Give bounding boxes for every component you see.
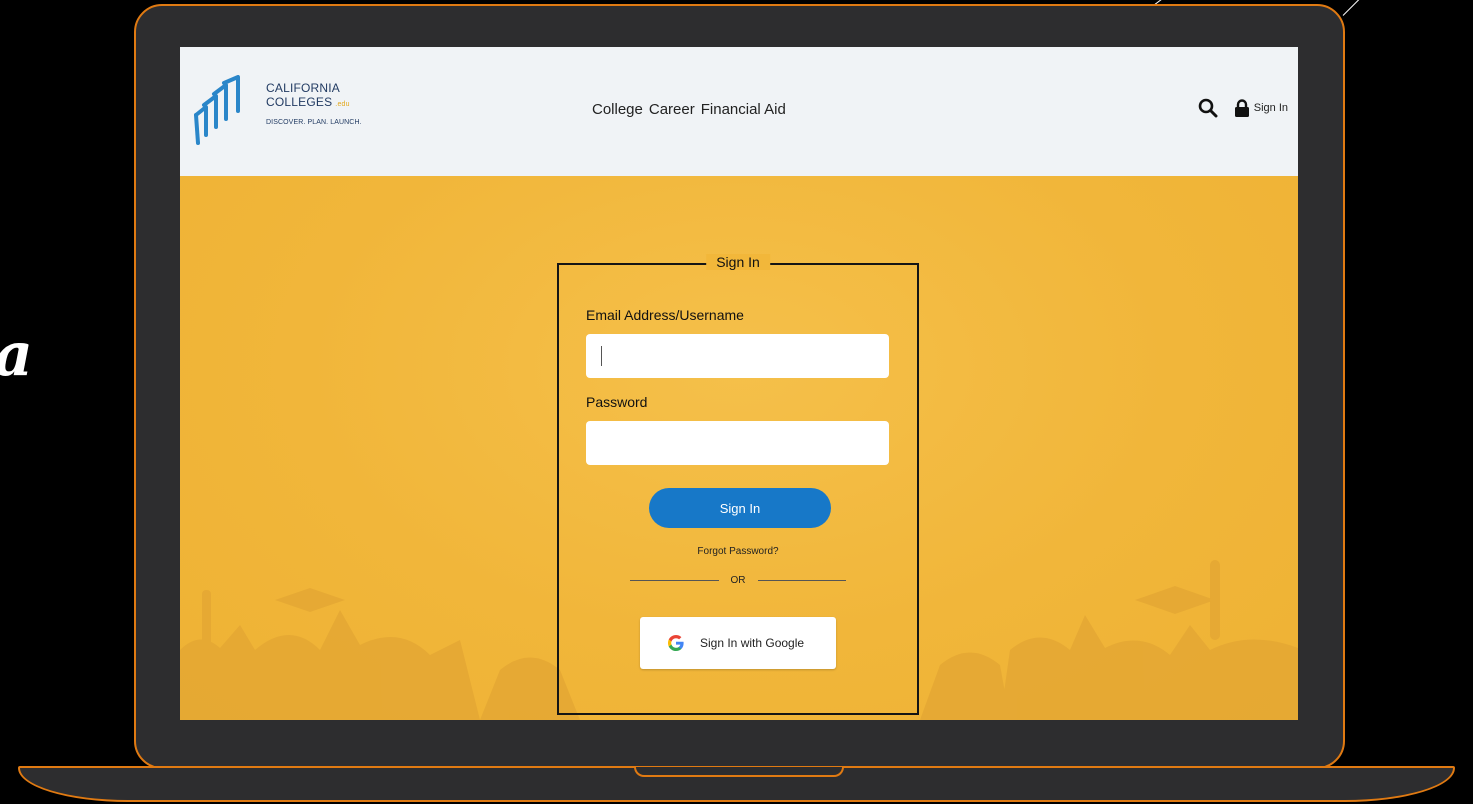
signin-form: Sign In Email Address/Username Password … — [557, 254, 919, 715]
nav-financial-aid[interactable]: Financial Aid — [701, 101, 786, 118]
signin-button[interactable]: Sign In — [649, 488, 831, 528]
google-signin-label: Sign In with Google — [700, 636, 805, 650]
or-divider: OR — [630, 575, 846, 586]
logo-tagline: DISCOVER. PLAN. LAUNCH. — [266, 119, 362, 126]
email-label: Email Address/Username — [586, 307, 744, 323]
divider-line — [757, 580, 846, 581]
email-field[interactable] — [586, 334, 889, 378]
header-actions: Sign In — [1198, 98, 1288, 118]
logo-mark-icon — [194, 75, 240, 145]
main-nav: College Career Financial Aid — [592, 101, 786, 118]
google-signin-button[interactable]: Sign In with Google — [640, 617, 836, 669]
logo-edu-suffix: .edu — [335, 101, 350, 108]
header-signin-link[interactable]: Sign In — [1254, 102, 1288, 114]
logo-line-2: COLLEGES .edu — [266, 95, 362, 112]
password-field[interactable] — [586, 421, 889, 465]
form-title: Sign In — [706, 254, 770, 270]
or-text: OR — [730, 575, 746, 586]
decorative-glyph: a — [0, 325, 33, 385]
logo-text: CALIFORNIA COLLEGES .edu DISCOVER. PLAN. … — [266, 81, 362, 126]
nav-college[interactable]: College — [592, 101, 643, 118]
browser-screen: CALIFORNIA COLLEGES .edu DISCOVER. PLAN. … — [180, 47, 1298, 720]
laptop-notch — [634, 767, 844, 777]
nav-career[interactable]: Career — [649, 101, 695, 118]
lock-icon — [1234, 99, 1249, 117]
text-cursor — [601, 346, 602, 366]
forgot-password-link[interactable]: Forgot Password? — [559, 546, 917, 557]
google-icon — [668, 635, 684, 651]
decorative-line — [1342, 0, 1361, 16]
logo-line-1: CALIFORNIA — [266, 81, 341, 95]
divider-line — [630, 580, 719, 581]
site-logo[interactable]: CALIFORNIA COLLEGES .edu DISCOVER. PLAN. … — [194, 75, 362, 147]
site-header: CALIFORNIA COLLEGES .edu DISCOVER. PLAN. … — [180, 47, 1298, 176]
password-label: Password — [586, 394, 648, 410]
logo-colleges: COLLEGES — [266, 95, 333, 109]
search-icon[interactable] — [1198, 98, 1218, 118]
